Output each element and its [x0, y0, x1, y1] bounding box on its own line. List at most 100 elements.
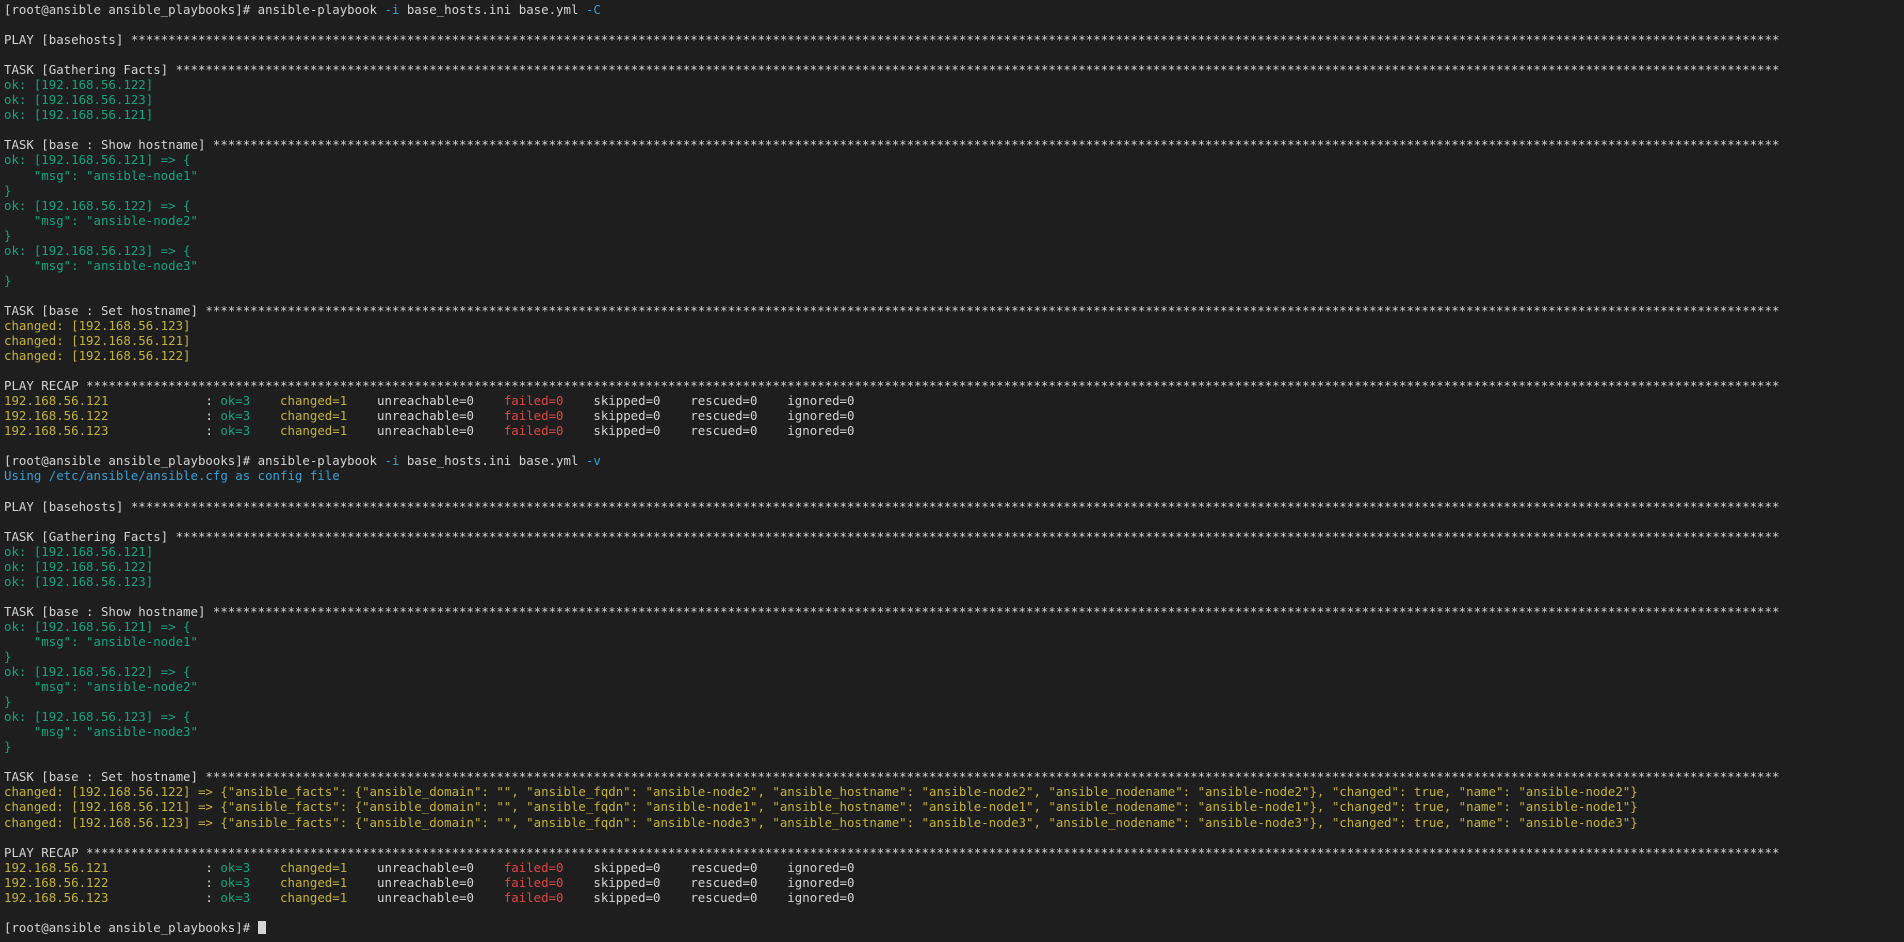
- terminal-text-default: unreachable=0: [347, 874, 504, 890]
- terminal-output[interactable]: [root@ansible ansible_playbooks]# ansibl…: [0, 0, 1904, 942]
- terminal-text-ok: ok=3: [220, 874, 251, 890]
- terminal-text-default: [root@ansible ansible_playbooks]# ansibl…: [4, 453, 385, 469]
- terminal-text-changed: changed: [192.168.56.121] => {"ansible_f…: [4, 799, 1638, 815]
- terminal-text-default: unreachable=0: [347, 423, 504, 439]
- terminal-text-default: TASK [base : Set hostname] *************…: [4, 302, 1780, 318]
- terminal-text-changed: changed: [192.168.56.123]: [4, 317, 191, 333]
- terminal-line: "msg": "ansible-node2": [4, 679, 1904, 694]
- terminal-text-failed: failed=0: [503, 423, 564, 439]
- terminal-text-ok: ok: [192.168.56.122]: [4, 558, 154, 574]
- terminal-text-changed: changed=1: [280, 393, 348, 409]
- terminal-text-default: [250, 860, 280, 875]
- terminal-line: ok: [192.168.56.123] => {: [4, 243, 1904, 258]
- terminal-text-flag: -i: [384, 453, 400, 469]
- terminal-text-failed: failed=0: [503, 408, 564, 424]
- terminal-text-default: TASK [base : Set hostname] *************…: [4, 769, 1780, 785]
- terminal-text-changed: 192.168.56.123: [4, 423, 109, 439]
- terminal-text-ok: ok=3: [220, 889, 251, 905]
- terminal-text-changed: changed=1: [280, 874, 348, 890]
- terminal-line: [root@ansible ansible_playbooks]# ansibl…: [4, 453, 1904, 468]
- terminal-text-default: PLAY RECAP *****************************…: [4, 378, 1780, 394]
- terminal-text-changed: changed=1: [280, 423, 348, 439]
- terminal-text-default: :: [108, 889, 221, 905]
- terminal-text-ok: ok: [192.168.56.123] => {: [4, 709, 191, 725]
- terminal-text-ok: ok: [192.168.56.122] => {: [4, 664, 191, 680]
- terminal-text-ok: ok: [192.168.56.123]: [4, 573, 154, 589]
- terminal-text-ok: ok: [192.168.56.121]: [4, 107, 154, 123]
- terminal-line: TASK [base : Set hostname] *************…: [4, 769, 1904, 784]
- terminal-line: }: [4, 649, 1904, 664]
- terminal-text-default: base_hosts.ini base.yml: [399, 453, 586, 469]
- terminal-text-ok: ok=3: [220, 393, 251, 409]
- terminal-text-ok: }: [4, 227, 12, 243]
- terminal-line: ok: [192.168.56.123]: [4, 574, 1904, 589]
- terminal-line: 192.168.56.122 : ok=3 changed=1 unreacha…: [4, 408, 1904, 423]
- terminal-line: }: [4, 739, 1904, 754]
- terminal-line: }: [4, 183, 1904, 198]
- terminal-text-default: :: [108, 874, 221, 890]
- terminal-text-default: TASK [base : Show hostname] ************…: [4, 603, 1780, 619]
- terminal-text-changed: changed: [192.168.56.121]: [4, 333, 191, 349]
- terminal-line: PLAY [basehosts] ***********************…: [4, 499, 1904, 514]
- terminal-text-ok: ok: [192.168.56.123] => {: [4, 242, 191, 258]
- terminal-line: ok: [192.168.56.123]: [4, 92, 1904, 107]
- terminal-text-changed: 192.168.56.122: [4, 874, 109, 890]
- terminal-line: PLAY RECAP *****************************…: [4, 845, 1904, 860]
- terminal-text-info: Using /etc/ansible/ansible.cfg as config…: [4, 468, 340, 484]
- terminal-line: changed: [192.168.56.123] => {"ansible_f…: [4, 815, 1904, 830]
- terminal-line: ok: [192.168.56.121]: [4, 544, 1904, 559]
- terminal-text-default: unreachable=0: [347, 889, 504, 905]
- terminal-text-ok: ok: [192.168.56.121] => {: [4, 618, 191, 634]
- terminal-text-ok: "msg": "ansible-node1": [4, 167, 198, 183]
- terminal-text-changed: 192.168.56.121: [4, 859, 109, 875]
- terminal-line: 192.168.56.123 : ok=3 changed=1 unreacha…: [4, 423, 1904, 438]
- terminal-text-default: unreachable=0: [347, 859, 504, 875]
- terminal-text-ok: "msg": "ansible-node3": [4, 257, 198, 273]
- terminal-text-ok: "msg": "ansible-node2": [4, 679, 198, 695]
- terminal-text-default: TASK [base : Show hostname] ************…: [4, 137, 1780, 153]
- terminal-text-ok: }: [4, 182, 12, 198]
- terminal-text-default: skipped=0 rescued=0 ignored=0: [563, 874, 855, 890]
- terminal-text-default: [root@ansible ansible_playbooks]# ansibl…: [4, 2, 385, 17]
- terminal-text-ok: }: [4, 272, 12, 288]
- terminal-text-default: PLAY [basehosts] ***********************…: [4, 32, 1780, 48]
- terminal-text-changed: changed=1: [280, 859, 348, 875]
- terminal-text-changed: 192.168.56.122: [4, 408, 109, 424]
- terminal-line: TASK [base : Show hostname] ************…: [4, 604, 1904, 619]
- terminal-line: 192.168.56.122 : ok=3 changed=1 unreacha…: [4, 875, 1904, 890]
- terminal-text-flag: -C: [585, 2, 601, 17]
- terminal-text-default: [250, 890, 280, 905]
- terminal-line: "msg": "ansible-node1": [4, 168, 1904, 183]
- terminal-text-changed: changed: [192.168.56.122] => {"ansible_f…: [4, 784, 1638, 800]
- terminal-line: "msg": "ansible-node1": [4, 634, 1904, 649]
- terminal-text-default: [250, 408, 280, 423]
- terminal-text-ok: ok: [192.168.56.122] => {: [4, 197, 191, 213]
- terminal-text-default: :: [108, 423, 221, 439]
- terminal-line: "msg": "ansible-node3": [4, 258, 1904, 273]
- terminal-text-default: skipped=0 rescued=0 ignored=0: [563, 423, 855, 439]
- terminal-text-failed: failed=0: [503, 874, 564, 890]
- terminal-text-ok: ok: [192.168.56.123]: [4, 92, 154, 108]
- terminal-line: 192.168.56.121 : ok=3 changed=1 unreacha…: [4, 393, 1904, 408]
- terminal-text-flag: -v: [585, 453, 601, 469]
- terminal-text-default: :: [108, 393, 221, 409]
- terminal-text-ok: "msg": "ansible-node2": [4, 212, 198, 228]
- terminal-text-default: base_hosts.ini base.yml: [399, 2, 586, 17]
- terminal-text-default: [250, 423, 280, 438]
- terminal-line: ok: [192.168.56.123] => {: [4, 709, 1904, 724]
- terminal-text-ok: }: [4, 694, 12, 710]
- terminal-text-ok: "msg": "ansible-node1": [4, 633, 198, 649]
- terminal-text-default: :: [108, 408, 221, 424]
- terminal-line: ok: [192.168.56.122]: [4, 77, 1904, 92]
- terminal-text-ok: }: [4, 739, 12, 755]
- terminal-text-ok: ok=3: [220, 859, 251, 875]
- terminal-text-default: skipped=0 rescued=0 ignored=0: [563, 393, 855, 409]
- terminal-text-ok: ok=3: [220, 408, 251, 424]
